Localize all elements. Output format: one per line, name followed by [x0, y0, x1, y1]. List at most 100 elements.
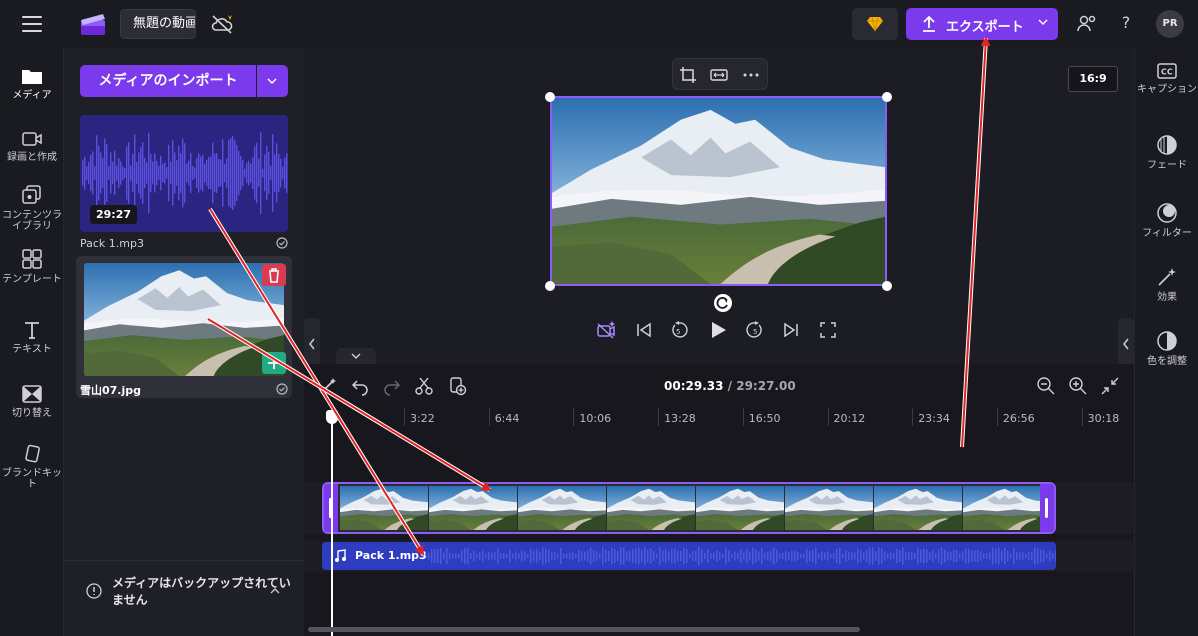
rail-item-adjust-colors[interactable]: 色を調整: [1135, 330, 1198, 367]
forward-5-icon[interactable]: 5: [745, 320, 765, 340]
waveform-bar: [100, 152, 102, 194]
waveform-bar: [572, 551, 574, 561]
image-asset-card[interactable]: [76, 256, 292, 398]
add-to-timeline-button[interactable]: [262, 352, 286, 374]
resize-handle[interactable]: [545, 281, 555, 291]
resize-handle[interactable]: [545, 92, 555, 102]
import-dropdown-button[interactable]: [257, 65, 288, 97]
ai-camera-off-icon[interactable]: [596, 320, 616, 340]
skip-to-end-icon[interactable]: [781, 320, 801, 340]
cloud-offline-icon[interactable]: [210, 13, 234, 35]
more-options-icon[interactable]: [742, 66, 760, 84]
waveform-bar: [758, 551, 760, 561]
waveform-bar: [108, 166, 110, 180]
mountain-landscape-image: [552, 98, 885, 284]
ruler-label: 23:34: [918, 412, 950, 425]
waveform-bar: [752, 547, 754, 565]
undo-icon[interactable]: [350, 376, 370, 396]
fit-icon[interactable]: [710, 66, 728, 84]
rail-item-filters[interactable]: フィルター: [1135, 202, 1198, 239]
video-clip[interactable]: [322, 482, 1056, 534]
waveform-bar: [944, 549, 946, 563]
resize-handle[interactable]: [882, 281, 892, 291]
rotate-icon: [716, 297, 728, 309]
rail-item-fade[interactable]: フェード: [1135, 134, 1198, 171]
resize-handle[interactable]: [882, 92, 892, 102]
rail-item-transitions[interactable]: 切り替え: [0, 384, 64, 419]
rail-item-templates[interactable]: テンプレート: [0, 248, 64, 285]
waveform-bar: [152, 161, 154, 185]
share-people-icon[interactable]: [1076, 13, 1098, 35]
add-media-icon[interactable]: [448, 376, 468, 396]
waveform-bar: [719, 551, 721, 561]
waveform-bar: [116, 165, 118, 181]
waveform-bar: [536, 548, 538, 564]
waveform-bar: [190, 153, 192, 193]
fade-icon: [1157, 135, 1177, 155]
avatar[interactable]: PR: [1156, 10, 1184, 38]
import-media-button[interactable]: メディアのインポート: [80, 65, 256, 97]
waveform-bar: [977, 549, 979, 563]
waveform-bar: [869, 547, 871, 565]
waveform-bar: [710, 552, 712, 560]
help-icon[interactable]: ?: [1116, 12, 1136, 34]
rewind-5-icon[interactable]: 5: [669, 320, 689, 340]
delete-asset-button[interactable]: [262, 264, 286, 286]
backup-notice[interactable]: メディアはバックアップされていません: [64, 560, 304, 636]
waveform-bar: [551, 552, 553, 560]
rail-item-media[interactable]: メディア: [0, 66, 64, 101]
collapse-right-panel-button[interactable]: [1118, 318, 1134, 370]
zoom-in-icon[interactable]: [1068, 376, 1088, 396]
split-scissors-icon[interactable]: [414, 376, 434, 396]
audio-clip[interactable]: Pack 1.mp3: [322, 542, 1056, 570]
chevron-up-icon[interactable]: [270, 587, 280, 594]
collapse-left-panel-button[interactable]: [304, 318, 320, 370]
waveform-bar: [164, 162, 166, 184]
collapse-timeline-button[interactable]: [336, 348, 376, 364]
rail-item-content-library[interactable]: コンテンツライブラリ: [0, 184, 64, 232]
waveform-bar: [234, 140, 236, 206]
redo-icon[interactable]: [382, 376, 402, 396]
zoom-out-icon[interactable]: [1036, 376, 1056, 396]
waveform-bar: [836, 548, 838, 564]
rail-item-brand-kit[interactable]: ブランドキット: [0, 444, 64, 490]
play-icon[interactable]: [708, 320, 728, 340]
menu-icon[interactable]: [22, 16, 42, 32]
waveform-bar: [455, 553, 457, 559]
skip-to-start-icon[interactable]: [634, 320, 654, 340]
fit-timeline-icon[interactable]: [1100, 376, 1120, 396]
rail-item-record[interactable]: 録画と作成: [0, 130, 64, 163]
waveform-bar: [274, 154, 276, 192]
timeline-scrollbar[interactable]: [308, 627, 860, 632]
rail-item-effects[interactable]: 効果: [1135, 266, 1198, 303]
rail-item-text[interactable]: テキスト: [0, 320, 64, 355]
ruler-tick: [658, 408, 660, 426]
crop-icon[interactable]: [679, 66, 697, 84]
waveform-bar: [800, 553, 802, 559]
aspect-ratio-button[interactable]: 16:9: [1068, 66, 1118, 92]
waveform-bar: [188, 160, 190, 186]
waveform-bar: [827, 551, 829, 561]
video-preview[interactable]: [550, 96, 887, 286]
audio-asset-card[interactable]: 29:27: [80, 115, 288, 232]
waveform-bar: [222, 139, 224, 207]
rotate-handle[interactable]: [714, 294, 732, 312]
fullscreen-icon[interactable]: [818, 320, 838, 340]
playhead-handle[interactable]: [326, 410, 338, 424]
ruler-label: 20:12: [833, 412, 866, 425]
export-button[interactable]: エクスポート: [906, 8, 1058, 40]
waveform-bar: [166, 167, 168, 179]
waveform-bar: [791, 551, 793, 561]
premium-button[interactable]: [852, 8, 898, 40]
chevron-down-icon: [267, 78, 277, 85]
waveform-bar: [569, 552, 571, 560]
trim-handle-right[interactable]: [1040, 484, 1054, 532]
waveform-bar: [725, 547, 727, 565]
waveform-bar: [180, 153, 182, 193]
waveform-bar: [124, 167, 126, 179]
magic-wand-icon[interactable]: [318, 376, 338, 396]
waveform-bar: [262, 168, 264, 178]
project-title-field[interactable]: 無題の動画: [120, 9, 196, 39]
waveform-bar: [581, 550, 583, 562]
rail-item-captions[interactable]: CC キャプション: [1135, 62, 1198, 95]
